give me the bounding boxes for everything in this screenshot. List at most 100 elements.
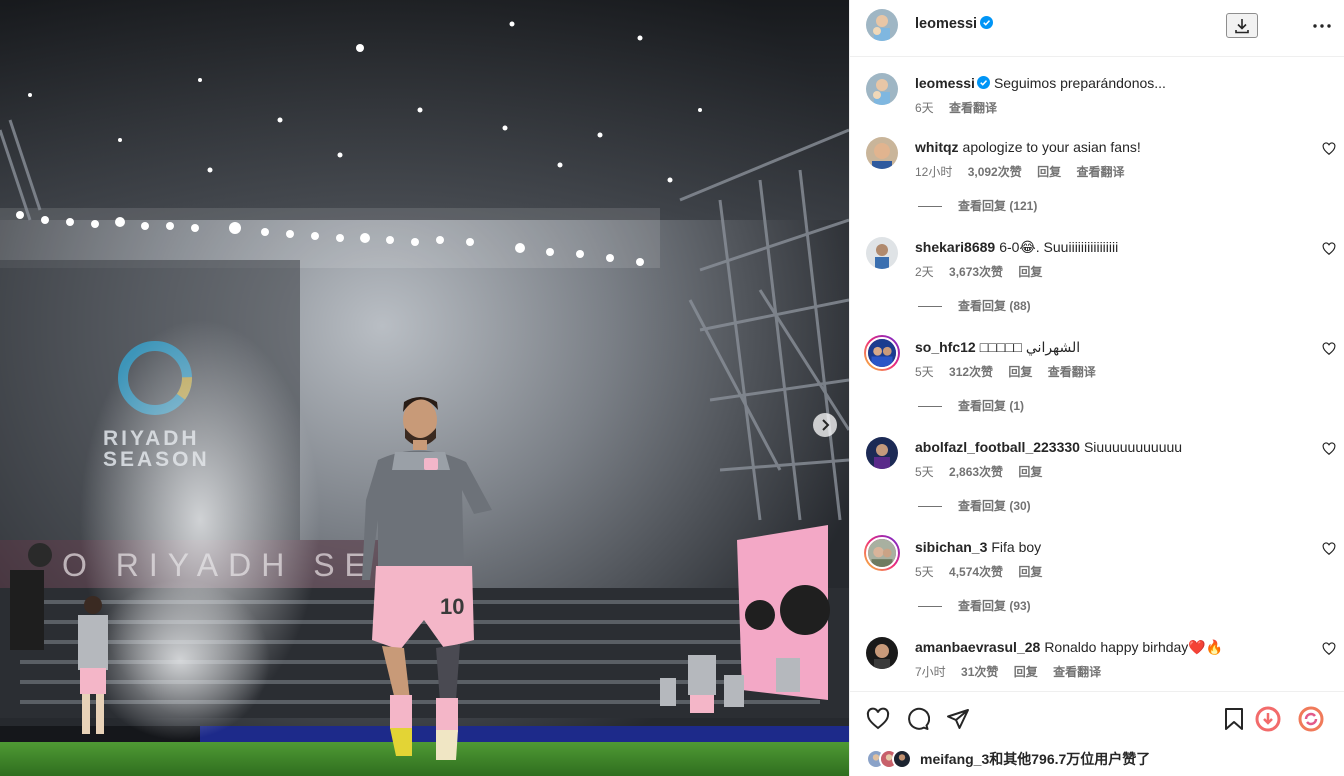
post-photo: RIYADH SEASON O RIYADH SEA: [0, 0, 849, 776]
comment-text: sibichan_3 Fifa boy: [915, 538, 1305, 556]
caption-text: leomessi Seguimos preparándonos...: [915, 74, 1305, 92]
caption-username[interactable]: leomessi: [915, 75, 975, 91]
download-icon: [1235, 18, 1249, 33]
like-comment-heart-icon[interactable]: [1322, 542, 1336, 556]
reply-button[interactable]: 回复: [1018, 265, 1042, 279]
comment-time[interactable]: 5天: [915, 465, 934, 479]
next-image-button[interactable]: [813, 413, 837, 437]
comment-likes[interactable]: 3,092次赞: [968, 165, 1022, 179]
comment-username[interactable]: so_hfc12: [915, 339, 976, 355]
avatar[interactable]: [866, 73, 898, 105]
comment-body: 6-0😂. Suuiiiiiiiiiiiiiiii: [999, 239, 1119, 255]
comment-meta: 7小时 31次赞 回复 查看翻译: [915, 663, 1113, 680]
more-horizontal-icon: [1313, 24, 1331, 28]
comments-list[interactable]: leomessi Seguimos preparándonos... 6天 查看翻…: [850, 58, 1344, 692]
header-username-text[interactable]: leomessi: [915, 16, 977, 32]
more-options-button[interactable]: [1310, 16, 1334, 36]
view-replies-label[interactable]: 查看回复 (88): [958, 299, 1031, 313]
post-side-panel: leomessi leomessi Seguimos preparándonos.…: [849, 0, 1344, 776]
comment-meta: 5天 2,863次赞 回复: [915, 463, 1054, 480]
post-actions-bar: meifang_3和其他796.7万位用户赞了: [850, 691, 1344, 776]
comment-likes[interactable]: 312次赞: [949, 365, 993, 379]
view-replies-button[interactable]: 查看回复 (1): [918, 397, 1024, 414]
comment-time[interactable]: 2天: [915, 265, 934, 279]
caption-body: Seguimos preparándonos...: [993, 75, 1166, 91]
caption-time[interactable]: 6天: [915, 101, 934, 115]
comment-text: shekari8689 6-0😂. Suuiiiiiiiiiiiiiiii: [915, 238, 1305, 256]
avatar[interactable]: [866, 437, 898, 469]
comment-username[interactable]: shekari8689: [915, 239, 995, 255]
likes-count-text[interactable]: 和其他796.7万位用户赞了: [989, 751, 1150, 767]
view-replies-button[interactable]: 查看回复 (88): [918, 297, 1031, 314]
comment-username[interactable]: abolfazl_football_223330: [915, 439, 1080, 455]
comment-time[interactable]: 5天: [915, 365, 934, 379]
post-viewer: RIYADH SEASON O RIYADH SEA: [0, 0, 1344, 776]
download-button[interactable]: [1226, 13, 1258, 38]
like-button[interactable]: [865, 706, 891, 732]
comment-likes[interactable]: 2,863次赞: [949, 465, 1003, 479]
comment-meta: 5天 4,574次赞 回复: [915, 563, 1054, 580]
comment-username[interactable]: amanbaevrasul_28: [915, 639, 1040, 655]
view-replies-label[interactable]: 查看回复 (30): [958, 499, 1031, 513]
view-replies-label[interactable]: 查看回复 (1): [958, 399, 1024, 413]
avatar[interactable]: [866, 9, 898, 41]
comment-likes[interactable]: 4,574次赞: [949, 565, 1003, 579]
download-circle-icon: [1255, 706, 1281, 732]
translate-button[interactable]: 查看翻译: [1048, 365, 1096, 379]
comment-meta: 5天 312次赞 回复 查看翻译: [915, 363, 1108, 380]
like-comment-heart-icon[interactable]: [1322, 242, 1336, 256]
share-button[interactable]: [945, 706, 971, 732]
translate-button[interactable]: 查看翻译: [949, 101, 997, 115]
avatar[interactable]: [866, 137, 898, 169]
view-replies-button[interactable]: 查看回复 (30): [918, 497, 1031, 514]
comment-likes[interactable]: 3,673次赞: [949, 265, 1003, 279]
reply-button[interactable]: 回复: [1037, 165, 1061, 179]
repost-circle-icon: [1298, 706, 1324, 732]
view-replies-label[interactable]: 查看回复 (121): [958, 199, 1037, 213]
header-username[interactable]: leomessi: [915, 16, 994, 32]
download-extension-button[interactable]: [1255, 706, 1281, 732]
repost-extension-button[interactable]: [1298, 706, 1324, 732]
translate-button[interactable]: 查看翻译: [1053, 665, 1101, 679]
comment-body: Ronaldo happy birhday❤️🔥: [1044, 639, 1224, 655]
comment-username[interactable]: whitqz: [915, 139, 959, 155]
heart-icon: [866, 707, 890, 730]
likes-username[interactable]: meifang_3: [920, 751, 989, 767]
comment-body: Siuuuuuuuuuuu: [1083, 439, 1183, 455]
translate-button[interactable]: 查看翻译: [1076, 165, 1124, 179]
comment-time[interactable]: 7小时: [915, 665, 946, 679]
comment-text: whitqz apologize to your asian fans!: [915, 138, 1305, 156]
comment-username[interactable]: sibichan_3: [915, 539, 987, 555]
reply-button[interactable]: 回复: [1018, 565, 1042, 579]
like-comment-heart-icon[interactable]: [1322, 342, 1336, 356]
comment-body: apologize to your asian fans!: [962, 139, 1141, 155]
likes-text: meifang_3和其他796.7万位用户赞了: [920, 749, 1150, 769]
comment-text: amanbaevrasul_28 Ronaldo happy birhday❤️🔥: [915, 638, 1305, 656]
caption-meta: 6天 查看翻译: [915, 99, 1009, 116]
like-comment-heart-icon[interactable]: [1322, 642, 1336, 656]
jersey-number: 10: [440, 594, 464, 619]
comment-body: □□□□□ الشهراني: [979, 339, 1081, 355]
comment-bubble-icon: [908, 707, 930, 730]
avatar-story-ring[interactable]: [864, 335, 900, 371]
view-replies-button[interactable]: 查看回复 (93): [918, 597, 1031, 614]
like-comment-heart-icon[interactable]: [1322, 442, 1336, 456]
likes-summary[interactable]: meifang_3和其他796.7万位用户赞了: [866, 748, 1150, 770]
comment-meta: 12小时 3,092次赞 回复 查看翻译: [915, 163, 1136, 180]
comment-time[interactable]: 12小时: [915, 165, 952, 179]
post-media[interactable]: RIYADH SEASON O RIYADH SEA: [0, 0, 849, 776]
comment-likes[interactable]: 31次赞: [961, 665, 998, 679]
view-replies-button[interactable]: 查看回复 (121): [918, 197, 1037, 214]
comment-button[interactable]: [905, 706, 931, 732]
avatar[interactable]: [866, 637, 898, 669]
avatar-story-ring[interactable]: [864, 535, 900, 571]
view-replies-label[interactable]: 查看回复 (93): [958, 599, 1031, 613]
avatar[interactable]: [866, 237, 898, 269]
reply-button[interactable]: 回复: [1014, 665, 1038, 679]
save-button[interactable]: [1221, 706, 1247, 732]
chevron-right-icon: [822, 419, 830, 431]
like-comment-heart-icon[interactable]: [1322, 142, 1336, 156]
comment-time[interactable]: 5天: [915, 565, 934, 579]
reply-button[interactable]: 回复: [1018, 465, 1042, 479]
reply-button[interactable]: 回复: [1008, 365, 1032, 379]
